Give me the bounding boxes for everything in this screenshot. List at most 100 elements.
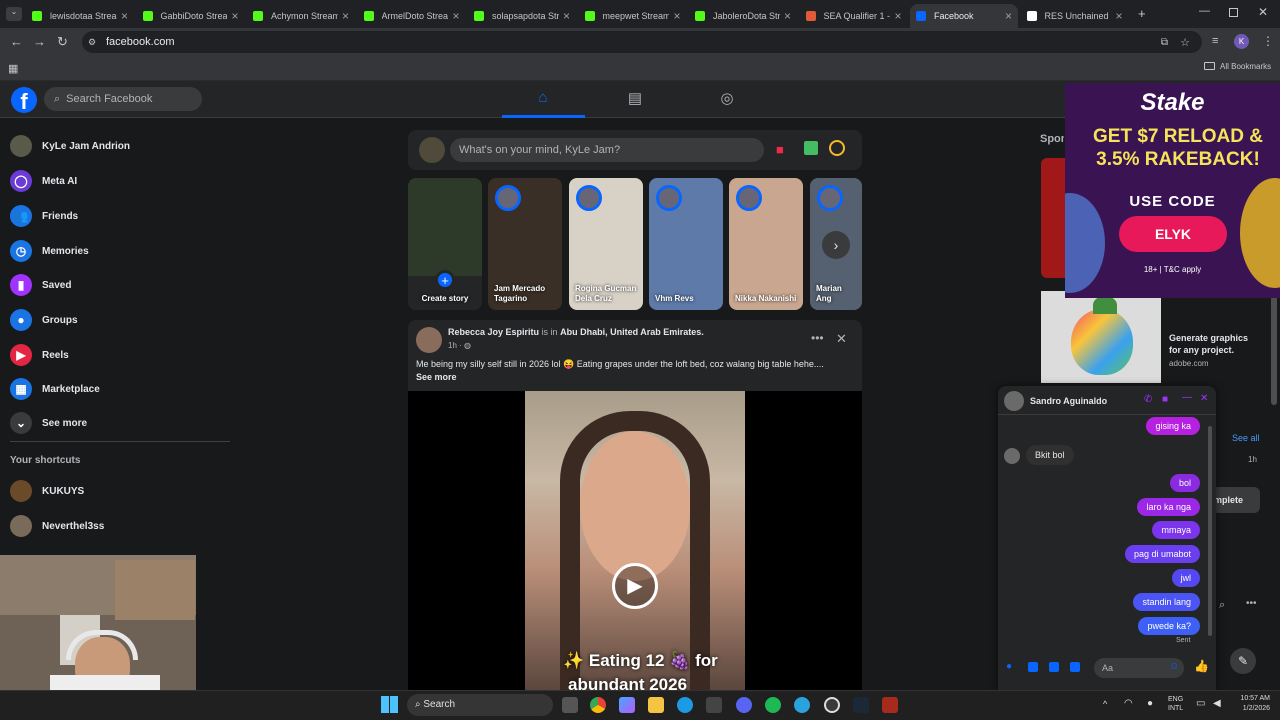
story-card[interactable]: Rogina Gucman Dela Cruz — [569, 178, 643, 310]
tab-close-icon[interactable]: × — [784, 9, 791, 23]
language-indicator[interactable]: ENG INTL — [1168, 695, 1183, 713]
url-field[interactable]: ⚙ facebook.com ⧉ ☆ — [82, 31, 1202, 53]
new-message-icon[interactable]: ✎ — [1230, 648, 1256, 674]
post-options-icon[interactable]: ••• — [811, 331, 824, 345]
gaming-nav-icon[interactable]: ◎ — [717, 89, 737, 109]
tab-close-icon[interactable]: × — [452, 9, 459, 23]
gif-icon[interactable] — [1070, 662, 1080, 672]
add-story-icon[interactable]: + — [435, 270, 455, 290]
browser-tab[interactable]: Achymon Stream × — [247, 4, 355, 28]
stories-next-icon[interactable]: › — [822, 231, 850, 259]
profile-avatar[interactable]: K — [1234, 34, 1249, 49]
post-location[interactable]: Abu Dhabi, United Arab Emirates. — [560, 327, 704, 337]
stake-code-button[interactable]: ELYK — [1119, 216, 1227, 252]
sidebar-item-saved[interactable]: ▮ Saved — [10, 274, 71, 296]
menu-icon[interactable]: ⋮ — [1262, 34, 1274, 48]
sponsored-ad-image-1[interactable] — [1041, 158, 1065, 278]
browser-tab[interactable]: JaboleroDota Stream× — [689, 4, 797, 28]
browser-tab[interactable]: solapsapdota Stream× — [468, 4, 576, 28]
restore-icon[interactable] — [1229, 8, 1238, 17]
close-window-icon[interactable]: ✕ — [1258, 5, 1268, 19]
chat-avatar[interactable] — [1004, 391, 1024, 411]
facebook-logo[interactable]: f — [11, 87, 37, 113]
tab-close-icon[interactable]: × — [121, 9, 128, 23]
browser-tab[interactable]: meepwet Stream × — [579, 4, 687, 28]
tab-groups-icon[interactable]: ≡ — [1212, 35, 1218, 47]
steam-icon[interactable] — [853, 697, 869, 713]
right-search-icon[interactable]: ⌕ — [1219, 599, 1225, 612]
wifi-icon[interactable]: ◠ — [1124, 698, 1133, 709]
browser-tab[interactable]: Facebook × — [910, 4, 1018, 28]
telegram-icon[interactable] — [794, 697, 810, 713]
marketplace-nav-icon[interactable]: ▤ — [625, 89, 645, 109]
clock[interactable]: 10:57 AM 1/2/2026 — [1230, 694, 1270, 714]
tab-close-icon[interactable]: × — [342, 9, 349, 23]
edge-icon[interactable] — [677, 697, 693, 713]
live-video-icon[interactable]: ■ — [776, 142, 784, 157]
dota-icon[interactable] — [882, 697, 898, 713]
emoji-icon[interactable]: ☺ — [1169, 661, 1179, 672]
story-card[interactable]: Nikka Nakanishi — [729, 178, 803, 310]
site-info-icon[interactable]: ⚙ — [88, 37, 96, 48]
see-more-link[interactable]: See more — [416, 372, 457, 382]
complete-button[interactable]: Complete — [1212, 487, 1260, 513]
browser-tab[interactable]: lewisdotaa Stream × — [26, 4, 134, 28]
network-icon[interactable]: ▭ — [1196, 698, 1205, 709]
create-story-card[interactable]: + Create story — [408, 178, 482, 310]
tab-search-icon[interactable]: ⌄ — [6, 7, 22, 21]
browser-tab[interactable]: RES Unchained 3 × — [1021, 4, 1129, 28]
adobe-ad-title[interactable]: Generate graphics for any project. — [1169, 332, 1249, 356]
like-icon[interactable]: 👍 — [1194, 659, 1209, 673]
store-icon[interactable] — [706, 697, 722, 713]
search-input[interactable]: ⌕ Search Facebook — [44, 87, 202, 111]
obs-icon[interactable] — [824, 697, 840, 713]
close-chat-icon[interactable]: ✕ — [1200, 393, 1208, 404]
sidebar-item-meta-ai[interactable]: ◯ Meta AI — [10, 170, 77, 192]
shortcut-item[interactable]: Neverthel3ss — [10, 515, 104, 537]
browser-tab[interactable]: SEA Qualifier 1 - Kick× — [800, 4, 908, 28]
sidebar-item-groups[interactable]: ● Groups — [10, 309, 78, 331]
sidebar-item-marketplace[interactable]: ▦ Marketplace — [10, 378, 100, 400]
minimize-icon[interactable]: — — [1199, 5, 1210, 17]
call-icon[interactable]: ✆ — [1144, 394, 1152, 405]
feeling-icon[interactable] — [829, 140, 845, 156]
page-scrollbar[interactable] — [1271, 280, 1277, 405]
story-card[interactable]: Vhm Revs — [649, 178, 723, 310]
tab-close-icon[interactable]: × — [563, 9, 570, 23]
new-tab-icon[interactable]: + — [1138, 6, 1146, 21]
video-call-icon[interactable]: ■ — [1162, 394, 1168, 405]
see-all-link[interactable]: See all — [1232, 433, 1260, 443]
apps-icon[interactable]: ▦ — [8, 62, 18, 75]
task-view-icon[interactable] — [562, 697, 578, 713]
post-time[interactable]: 1h — [448, 341, 457, 350]
tab-close-icon[interactable]: × — [894, 9, 901, 23]
sidebar-item-reels[interactable]: ▶ Reels — [10, 344, 69, 366]
file-explorer-icon[interactable] — [648, 697, 664, 713]
back-icon[interactable]: ← — [10, 34, 23, 49]
install-icon[interactable]: ⧉ — [1161, 37, 1168, 48]
home-icon[interactable]: ⌂ — [533, 89, 553, 109]
post-author-avatar[interactable] — [416, 327, 442, 353]
tray-chevron-icon[interactable]: ^ — [1103, 699, 1107, 709]
forward-icon[interactable]: → — [33, 34, 46, 49]
sticker-icon[interactable] — [1049, 662, 1059, 672]
tab-close-icon[interactable]: × — [1005, 9, 1012, 23]
sidebar-item-memories[interactable]: ◷ Memories — [10, 240, 89, 262]
adobe-ad-image[interactable] — [1041, 291, 1161, 383]
chrome-icon[interactable] — [590, 697, 606, 713]
discord-icon[interactable] — [736, 697, 752, 713]
chat-scrollbar[interactable] — [1208, 426, 1212, 636]
composer-input[interactable]: What's on your mind, KyLe Jam? — [450, 138, 764, 162]
post-author[interactable]: Rebecca Joy Espiritu — [448, 327, 539, 337]
minimize-chat-icon[interactable]: — — [1182, 392, 1192, 403]
spotify-icon[interactable] — [765, 697, 781, 713]
sidebar-item-kyle-jam-andrion[interactable]: KyLe Jam Andrion — [10, 135, 130, 157]
sidebar-item-friends[interactable]: 👥 Friends — [10, 205, 78, 227]
attach-image-icon[interactable] — [1028, 662, 1038, 672]
shortcut-item[interactable]: KUKUYS — [10, 480, 84, 502]
tab-close-icon[interactable]: × — [1115, 9, 1122, 23]
browser-tab[interactable]: ArmelDoto Stream × — [358, 4, 466, 28]
chat-contact-name[interactable]: Sandro Aguinaldo — [1030, 396, 1107, 406]
reload-icon[interactable]: ↻ — [57, 34, 68, 50]
tab-close-icon[interactable]: × — [673, 9, 680, 23]
